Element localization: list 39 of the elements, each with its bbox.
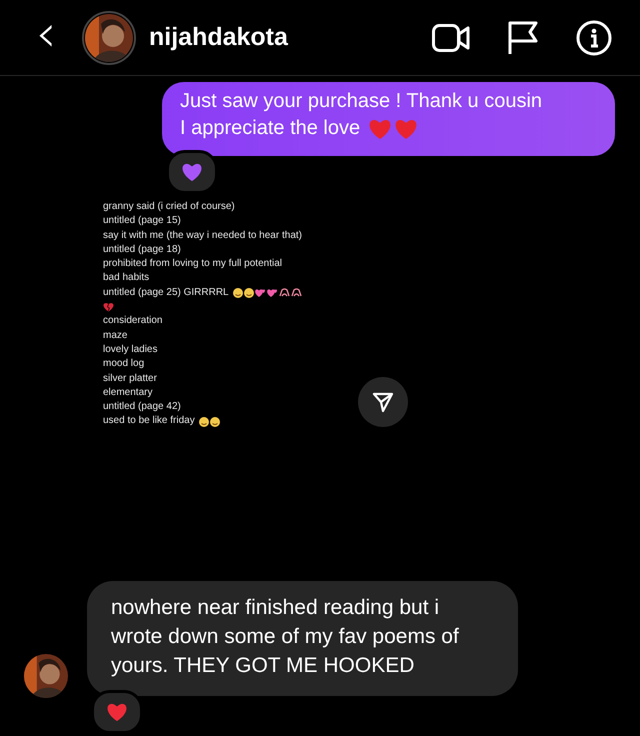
poem-title: bad habits [103, 271, 150, 286]
heart-icon [368, 118, 392, 140]
heart-icon [394, 118, 418, 140]
hearts-icon [254, 288, 266, 298]
poem-title: mood log [103, 357, 144, 372]
avatar[interactable] [82, 10, 136, 64]
avatar[interactable] [24, 654, 68, 698]
send-icon [372, 390, 394, 413]
poem-title: maze [103, 328, 128, 343]
poem-title: untitled (page 15) [103, 214, 181, 228]
broken-heart-icon [103, 302, 114, 312]
flag-icon[interactable] [508, 20, 538, 54]
face-icon [244, 288, 254, 298]
hands-icon [278, 288, 290, 298]
message-text: nowhere near finished reading but i wrote down some of my fav poems of yours. THEY GOT ME HOOKED [111, 596, 459, 677]
face-icon [198, 416, 209, 427]
poem-title: prohibited from loving to my full potential [103, 257, 282, 272]
sent-message-bubble[interactable]: Just saw your purchase ! Thank u cousin I appreciate the love [162, 82, 615, 156]
poem-title: elementary [103, 386, 152, 400]
poem-title: consideration [103, 314, 162, 328]
hearts-icon [266, 288, 278, 298]
message-text: Just saw your purchase ! Thank u cousin [180, 89, 542, 114]
hands-icon [290, 288, 302, 298]
poem-title: untitled (page 42) [103, 400, 181, 414]
video-call-icon[interactable] [432, 24, 470, 52]
poem-title: untitled (page 18) [103, 242, 181, 257]
message-text: I appreciate the love [180, 116, 360, 141]
poem-title: used to be like friday [103, 414, 195, 428]
username[interactable]: nijahdakota [149, 23, 288, 52]
received-message-bubble[interactable]: nowhere near finished reading but i wrote down some of my fav poems of yours. THEY GOT ME HOOKED [87, 581, 518, 696]
info-icon[interactable] [576, 20, 612, 56]
poem-title: say it with me (the way i needed to hear that) [103, 228, 302, 243]
poem-title: silver platter [103, 372, 157, 386]
face-icon [232, 288, 243, 298]
face-icon [210, 416, 220, 427]
poem-title: untitled (page 25) GIRRRRL [103, 286, 229, 300]
poem-title: granny said (i cried of course) [103, 200, 235, 214]
back-button[interactable]: ‹ [32, 14, 60, 62]
poem-title: lovely ladies [103, 342, 158, 357]
